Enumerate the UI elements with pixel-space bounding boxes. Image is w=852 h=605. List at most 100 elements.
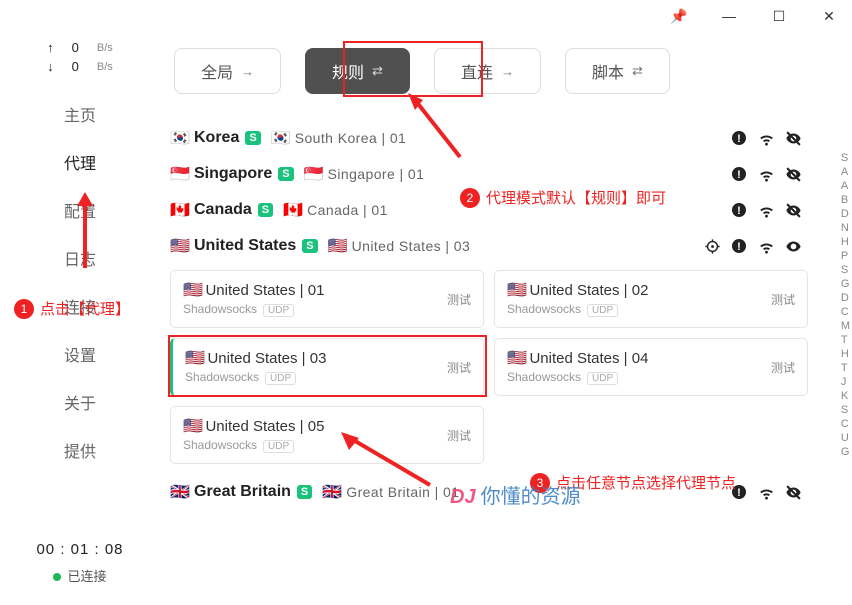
mode-global-button[interactable]: 全局→ xyxy=(174,48,281,94)
sidebar-nav: 主页 代理 配置 日志 连接 设置 关于 提供 xyxy=(0,90,160,474)
group-selected: Great Britain | 01 xyxy=(346,484,459,500)
alpha-index-letter[interactable]: C xyxy=(841,306,850,318)
alpha-index-letter[interactable]: A xyxy=(841,180,850,192)
watermark: DJ 你懂的资源 xyxy=(450,480,581,509)
flag-icon: 🇺🇸 xyxy=(170,236,188,256)
sidebar-item-home[interactable]: 主页 xyxy=(0,90,160,138)
status-dot-icon xyxy=(53,573,61,581)
wifi-icon[interactable] xyxy=(758,202,775,219)
group-selected: United States | 03 xyxy=(352,238,471,254)
mode-direct-button[interactable]: 直连→ xyxy=(434,48,541,94)
wifi-icon[interactable] xyxy=(758,130,775,147)
eye-off-icon[interactable] xyxy=(785,202,802,219)
callout-badge: 2 xyxy=(460,188,480,208)
alpha-index-letter[interactable]: U xyxy=(841,432,850,444)
alert-icon: ! xyxy=(731,166,748,183)
minimize-button[interactable]: — xyxy=(714,8,744,24)
wifi-icon[interactable] xyxy=(758,238,775,255)
group-selected: Singapore | 01 xyxy=(328,166,425,182)
proxy-node[interactable]: 🇺🇸 United States | 03 Shadowsocks UDP 测试 xyxy=(170,338,484,396)
sidebar-item-settings[interactable]: 设置 xyxy=(0,330,160,378)
svg-text:!: ! xyxy=(737,205,741,217)
alpha-index-letter[interactable]: M xyxy=(841,320,850,332)
uptime-timer: 00 : 01 : 08 xyxy=(0,541,160,558)
sidebar-item-log[interactable]: 日志 xyxy=(0,234,160,282)
mode-rule-button[interactable]: 规则⇄ xyxy=(305,48,410,94)
test-button[interactable]: 测试 xyxy=(771,291,795,308)
alpha-index-letter[interactable]: T xyxy=(841,362,850,374)
sidebar-item-config[interactable]: 配置 xyxy=(0,186,160,234)
selector-tag: S xyxy=(258,203,273,217)
main-panel: 全局→ 规则⇄ 直连→ 脚本⇄ 🇰🇷Korea S 🇰🇷South Korea … xyxy=(160,32,852,605)
wifi-icon[interactable] xyxy=(758,166,775,183)
node-name: United States | 03 xyxy=(207,350,326,367)
close-button[interactable]: ✕ xyxy=(814,8,844,25)
callout-2: 2 代理模式默认【规则】即可 xyxy=(460,187,666,208)
maximize-button[interactable]: ☐ xyxy=(764,8,794,25)
node-protocol: Shadowsocks xyxy=(183,302,257,316)
proxy-node[interactable]: 🇺🇸 United States | 02ShadowsocksUDP测试 xyxy=(494,270,808,328)
alpha-index-letter[interactable]: P xyxy=(841,250,850,262)
udp-tag: UDP xyxy=(263,304,294,317)
upload-speed: ↑0B/s xyxy=(0,38,160,57)
alpha-index-letter[interactable]: S xyxy=(841,152,850,164)
proxy-group-row[interactable]: 🇺🇸United States S 🇺🇸United States | 03! xyxy=(160,228,808,264)
flag-icon: 🇺🇸 xyxy=(507,280,525,300)
proxy-node[interactable]: 🇺🇸 United States | 04ShadowsocksUDP测试 xyxy=(494,338,808,396)
locate-icon[interactable] xyxy=(704,238,721,255)
svg-text:!: ! xyxy=(737,241,741,253)
alpha-index-letter[interactable]: G xyxy=(841,446,850,458)
pin-button[interactable]: 📌 xyxy=(664,8,694,25)
wifi-icon[interactable] xyxy=(758,484,775,501)
proxy-groups: 🇰🇷Korea S 🇰🇷South Korea | 01!🇸🇬Singapore… xyxy=(160,120,836,510)
alpha-index-letter[interactable]: N xyxy=(841,222,850,234)
sidebar-item-about[interactable]: 关于 xyxy=(0,378,160,426)
arrow-right-icon: → xyxy=(241,64,254,79)
eye-icon[interactable] xyxy=(785,238,802,255)
test-button[interactable]: 测试 xyxy=(447,359,471,376)
alpha-index-letter[interactable]: G xyxy=(841,278,850,290)
selector-tag: S xyxy=(278,167,293,181)
udp-tag: UDP xyxy=(263,440,294,453)
alpha-index-letter[interactable]: H xyxy=(841,348,850,360)
mode-script-button[interactable]: 脚本⇄ xyxy=(565,48,670,94)
alpha-index-letter[interactable]: T xyxy=(841,334,850,346)
flag-icon: 🇺🇸 xyxy=(507,348,525,368)
alpha-index-letter[interactable]: S xyxy=(841,264,850,276)
alpha-index-letter[interactable]: D xyxy=(841,208,850,220)
sidebar-item-proxy[interactable]: 代理 xyxy=(0,138,160,186)
alpha-index-letter[interactable]: C xyxy=(841,418,850,430)
eye-off-icon[interactable] xyxy=(785,484,802,501)
test-button[interactable]: 测试 xyxy=(447,291,471,308)
flag-icon: 🇺🇸 xyxy=(183,416,201,436)
test-button[interactable]: 测试 xyxy=(447,427,471,444)
alpha-index-letter[interactable]: B xyxy=(841,194,850,206)
alpha-index-letter[interactable]: S xyxy=(841,404,850,416)
udp-tag: UDP xyxy=(265,372,296,385)
proxy-node[interactable]: 🇺🇸 United States | 05ShadowsocksUDP测试 xyxy=(170,406,484,464)
alpha-index-letter[interactable]: D xyxy=(841,292,850,304)
alpha-index-letter[interactable]: K xyxy=(841,390,850,402)
callout-badge: 1 xyxy=(14,299,34,319)
flag-icon: 🇺🇸 xyxy=(185,348,203,368)
alert-icon: ! xyxy=(731,202,748,219)
eye-off-icon[interactable] xyxy=(785,166,802,183)
node-protocol: Shadowsocks xyxy=(185,370,259,384)
proxy-group-row[interactable]: 🇰🇷Korea S 🇰🇷South Korea | 01! xyxy=(160,120,808,156)
alpha-index-letter[interactable]: A xyxy=(841,166,850,178)
alpha-index-letter[interactable]: J xyxy=(841,376,850,388)
test-button[interactable]: 测试 xyxy=(771,359,795,376)
group-selected: Canada | 01 xyxy=(307,202,388,218)
udp-tag: UDP xyxy=(587,372,618,385)
alpha-index-letter[interactable]: H xyxy=(841,236,850,248)
flag-icon: 🇰🇷 xyxy=(271,128,289,148)
flag-icon: 🇬🇧 xyxy=(170,482,188,502)
mode-toolbar: 全局→ 规则⇄ 直连→ 脚本⇄ xyxy=(160,42,836,120)
proxy-node[interactable]: 🇺🇸 United States | 01ShadowsocksUDP测试 xyxy=(170,270,484,328)
sidebar-item-providers[interactable]: 提供 xyxy=(0,426,160,474)
flag-icon: 🇺🇸 xyxy=(183,280,201,300)
shuffle-icon: ⇄ xyxy=(632,63,643,79)
udp-tag: UDP xyxy=(587,304,618,317)
eye-off-icon[interactable] xyxy=(785,130,802,147)
alpha-index-rail[interactable]: SAABDNHPSGDCMTHTJKSCUG xyxy=(841,152,850,458)
